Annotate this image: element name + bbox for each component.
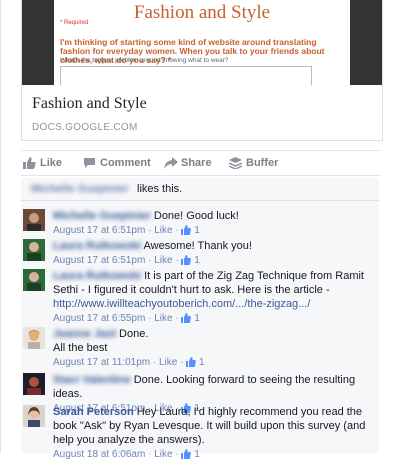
avatar[interactable] (23, 239, 45, 261)
comment-meta: August 17 at 6:55pm · Like · 1 (53, 313, 200, 324)
article-link[interactable]: http://www.iwillteachyoutoberich.com/...… (53, 298, 310, 310)
like-count-icon (181, 449, 192, 459)
buffer-stack-icon (229, 157, 242, 169)
preview-domain: DOCS.GOOGLE.COM (32, 122, 138, 133)
comment-meta: August 18 at 6:06am · Like · 1 (53, 449, 200, 460)
avatar[interactable] (23, 405, 45, 427)
comment-author[interactable]: Staci Valentine (53, 373, 131, 387)
form-title: Fashion and Style (133, 2, 271, 23)
like-count[interactable]: 1 (199, 357, 205, 368)
comment-timestamp[interactable]: August 17 at 6:51pm (53, 255, 145, 266)
comment-timestamp[interactable]: August 17 at 6:55pm (53, 313, 145, 324)
liker-name[interactable]: Michelle Guepinier (31, 183, 129, 195)
like-count-icon (181, 255, 192, 265)
buffer-label: Buffer (246, 157, 279, 169)
post-card: Fashion and Style * Required I'm thinkin… (0, 0, 400, 460)
like-count[interactable]: 1 (194, 225, 200, 236)
preview-title[interactable]: Fashion and Style (32, 95, 147, 113)
avatar[interactable] (23, 209, 45, 231)
comment-meta: August 17 at 11:01pm · Like · 1 (53, 357, 205, 368)
post-action-bar: Like Comment Share Buffer (21, 150, 381, 176)
comment-timestamp[interactable]: August 17 at 6:51pm (53, 225, 145, 236)
comment-text: Done! Good luck! (153, 210, 239, 222)
form-help-text: What's the biggest problem around knowin… (60, 57, 229, 64)
form-answer-box (60, 66, 312, 85)
likes-summary: Michelle Guepinier likes this. (21, 178, 379, 201)
like-count[interactable]: 1 (194, 255, 200, 266)
form-required-note: * Required (60, 20, 89, 26)
comment-author[interactable]: Michelle Guepinier (53, 209, 151, 223)
like-label: Like (40, 157, 63, 169)
comment-timestamp[interactable]: August 17 at 11:01pm (53, 357, 150, 368)
comment-like-link[interactable]: Like (154, 313, 172, 324)
comment-author[interactable]: Sarah Peterson (53, 406, 134, 418)
comment-timestamp[interactable]: August 18 at 6:06am (53, 449, 145, 460)
thumbs-up-icon (23, 157, 36, 169)
like-count-icon (181, 225, 192, 235)
link-preview[interactable]: Fashion and Style * Required I'm thinkin… (21, 0, 383, 141)
comment-list: Michelle Guepinier Done! Good luck! Augu… (21, 201, 379, 460)
comment-like-link[interactable]: Like (154, 255, 172, 266)
comment-meta: August 17 at 6:51pm · Like · 1 (53, 225, 200, 236)
comment-text: Awesome! Thank you! (143, 240, 252, 252)
like-count[interactable]: 1 (194, 313, 200, 324)
comment-label: Comment (100, 157, 151, 169)
comment-text: Done. (119, 328, 149, 340)
google-form-image: Fashion and Style * Required I'm thinkin… (54, 0, 350, 85)
likes-text: likes this. (137, 183, 183, 195)
comment-like-link[interactable]: Like (159, 357, 177, 368)
share-label: Share (181, 157, 212, 169)
avatar[interactable] (23, 373, 45, 395)
facebook-post: Fashion and Style * Required I'm thinkin… (0, 0, 400, 460)
comment-like-link[interactable]: Like (154, 225, 172, 236)
like-count-icon (181, 313, 192, 323)
avatar[interactable] (23, 327, 45, 349)
avatar[interactable] (23, 269, 45, 291)
comment-author[interactable]: Laura Rutkowski (53, 269, 141, 283)
like-count-icon (186, 357, 197, 367)
comment-like-link[interactable]: Like (154, 449, 172, 460)
comment-author[interactable]: Laura Rutkowski (53, 239, 141, 253)
comment-icon (84, 158, 95, 168)
comment-text-line2: All the best (53, 342, 108, 354)
preview-thumbnail: Fashion and Style * Required I'm thinkin… (22, 0, 382, 85)
comment-author[interactable]: Jeanne Jast (53, 327, 116, 341)
like-count[interactable]: 1 (194, 449, 200, 460)
comment-meta: August 17 at 6:51pm · Like · 1 (53, 255, 200, 266)
share-arrow-icon (164, 157, 178, 169)
